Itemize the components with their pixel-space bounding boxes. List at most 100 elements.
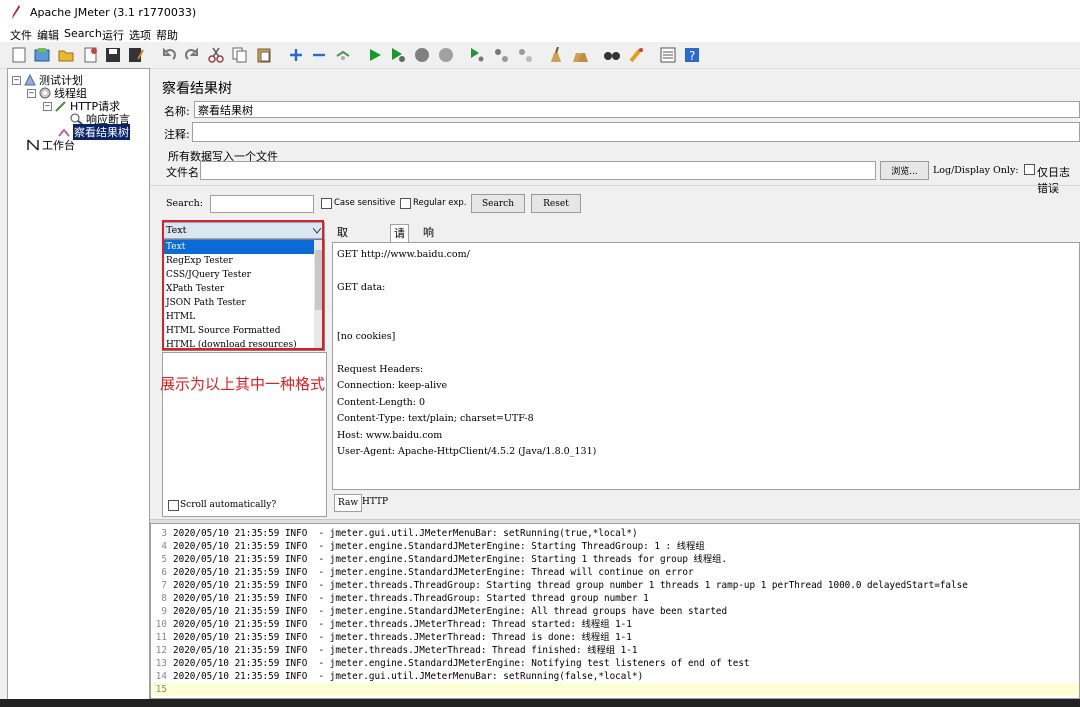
tab-http[interactable]: HTTP [362, 494, 388, 510]
remote-start-icon[interactable] [468, 46, 486, 64]
log-line: 4 2020/05/10 21:35:59 INFO - jmeter.engin… [161, 541, 705, 552]
log-line: 3 2020/05/10 21:35:59 INFO - jmeter.gui.u… [161, 528, 638, 539]
workbench-icon [27, 139, 39, 151]
clear-icon[interactable] [547, 46, 565, 64]
cut-icon[interactable] [207, 46, 225, 64]
remote-stop-icon[interactable] [492, 46, 510, 64]
collapse-toggle-icon[interactable]: − [43, 101, 52, 111]
errors-only-checkbox[interactable] [1024, 164, 1035, 175]
case-sensitive-label: Case sensitive [334, 198, 396, 208]
comment-input[interactable] [192, 122, 1080, 142]
tree-label: 工作台 [42, 139, 75, 152]
log-line: 8 2020/05/10 21:35:59 INFO - jmeter.threa… [161, 593, 649, 604]
request-line: User-Agent: Apache-HttpClient/4.5.2 (Jav… [337, 446, 597, 457]
request-line: Host: www.baidu.com [337, 430, 443, 441]
request-line: GET data: [337, 282, 386, 293]
log-line: 7 2020/05/10 21:35:59 INFO - jmeter.threa… [161, 580, 968, 591]
request-line: Request Headers: [337, 364, 424, 375]
log-line: 15 [151, 683, 1079, 696]
remote-shutdown-icon[interactable] [516, 46, 534, 64]
log-display-label: Log/Display Only: [933, 165, 1019, 176]
test-plan-tree: − 测试计划 − 线程组 − HTTP请求 响应断言 察看结果树 工作台 [7, 68, 150, 700]
save-icon[interactable] [104, 46, 122, 64]
clear-all-icon[interactable] [571, 46, 589, 64]
tab-sampler-result[interactable]: 取样器结果 [334, 224, 351, 307]
request-line: Content-Type: text/plain; charset=UTF-8 [337, 413, 534, 424]
menu-run[interactable]: 运行 [102, 27, 124, 43]
menu-bar: 文件 编辑 Search 运行 选项 帮助 [0, 26, 1080, 42]
regular-exp-label: Regular exp. [413, 198, 467, 208]
scroll-auto-checkbox[interactable] [168, 500, 179, 511]
help-icon[interactable]: ? [683, 46, 701, 64]
request-line: GET http://www.baidu.com/ [337, 249, 470, 260]
start-icon[interactable] [366, 46, 384, 64]
tab-request[interactable]: 请求 [390, 224, 409, 257]
filename-label: 文件名 [166, 166, 199, 179]
save-as-icon[interactable] [127, 46, 145, 64]
tree-node-workbench[interactable]: 工作台 [26, 137, 75, 153]
name-label: 名称: [164, 105, 190, 118]
menu-help[interactable]: 帮助 [156, 27, 178, 43]
request-line: [no cookies] [337, 331, 396, 342]
annotation-box [162, 220, 324, 350]
log-line: 10 2020/05/10 21:35:59 INFO - jmeter.thre… [155, 619, 632, 630]
search-label: Search: [166, 198, 203, 209]
log-line: 11 2020/05/10 21:35:59 INFO - jmeter.thre… [155, 632, 632, 643]
log-line: 9 2020/05/10 21:35:59 INFO - jmeter.engin… [161, 606, 728, 617]
title-bar: Apache JMeter (3.1 r1770033) [0, 0, 1080, 26]
browse-button[interactable]: 浏览... [880, 161, 929, 180]
jmeter-feather-icon [12, 5, 20, 19]
new-icon[interactable] [10, 46, 28, 64]
function-helper-icon[interactable] [659, 46, 677, 64]
copy-icon[interactable] [231, 46, 249, 64]
errors-only-label: 仅日志错误 [1037, 166, 1070, 195]
reset-search-icon[interactable] [627, 46, 645, 64]
menu-file[interactable]: 文件 [10, 27, 32, 43]
scroll-auto-label: Scroll automatically? [180, 500, 277, 510]
search-icon[interactable] [603, 46, 621, 64]
redo-icon[interactable] [183, 46, 201, 64]
open-recent-icon[interactable] [82, 46, 100, 64]
search-input[interactable] [210, 195, 314, 213]
tree-label: 察看结果树 [73, 124, 130, 140]
name-input[interactable]: 察看结果树 [194, 101, 1080, 118]
paste-icon[interactable] [255, 46, 273, 64]
log-panel: 3 2020/05/10 21:35:59 INFO - jmeter.gui.u… [150, 523, 1080, 699]
start-no-pauses-icon[interactable] [389, 46, 407, 64]
toggle-icon[interactable] [334, 46, 352, 64]
log-line: 5 2020/05/10 21:35:59 INFO - jmeter.engin… [161, 554, 728, 565]
panel-title: 察看结果树 [162, 81, 232, 97]
open-icon[interactable] [57, 46, 75, 64]
menu-search[interactable]: Search [64, 27, 102, 40]
comment-label: 注释: [164, 128, 190, 141]
reset-button[interactable]: Reset [531, 194, 581, 213]
svg-text:?: ? [689, 49, 695, 63]
undo-icon[interactable] [160, 46, 178, 64]
log-line: 13 2020/05/10 21:35:59 INFO - jmeter.engi… [155, 658, 750, 669]
taskbar-strip [0, 699, 1080, 707]
expand-icon[interactable] [287, 46, 305, 64]
request-pane: GET http://www.baidu.com/ GET data: [no … [332, 242, 1080, 490]
annotation-text: 展示为以上其中一种格式 [160, 375, 326, 393]
toolbar: ? [0, 42, 1080, 69]
regular-exp-checkbox[interactable] [400, 198, 411, 209]
collapse-toggle-icon[interactable]: − [27, 88, 36, 98]
collapse-toggle-icon[interactable]: − [12, 75, 21, 85]
templates-icon[interactable] [33, 46, 51, 64]
pipette-icon [55, 101, 66, 112]
log-line: 12 2020/05/10 21:35:59 INFO - jmeter.thre… [155, 645, 638, 656]
tab-raw[interactable]: Raw [334, 494, 363, 512]
window-title: Apache JMeter (3.1 r1770033) [30, 6, 197, 19]
menu-edit[interactable]: 编辑 [37, 27, 59, 43]
case-sensitive-checkbox[interactable] [321, 198, 332, 209]
search-button[interactable]: Search [471, 194, 525, 213]
shutdown-icon[interactable] [437, 46, 455, 64]
log-line: 14 2020/05/10 21:35:59 INFO - jmeter.gui.… [155, 671, 644, 682]
collapse-icon[interactable] [310, 46, 328, 64]
request-line: Content-Length: 0 [337, 397, 426, 408]
stop-icon[interactable] [413, 46, 431, 64]
log-line: 6 2020/05/10 21:35:59 INFO - jmeter.engin… [161, 567, 694, 578]
filename-input[interactable] [200, 161, 876, 180]
tab-response-data[interactable]: 响应数据 [420, 224, 437, 290]
menu-options[interactable]: 选项 [129, 27, 151, 43]
